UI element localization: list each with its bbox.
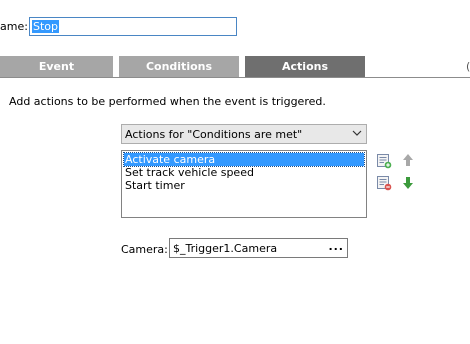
tab-actions[interactable]: Actions [245,56,365,77]
camera-browse-button[interactable]: ... [328,240,344,253]
event-name-value: Stop [32,20,60,33]
action-set-selected: Actions for "Conditions are met" [125,127,303,141]
actions-list[interactable]: Activate camera Set track vehicle speed … [121,150,367,218]
tab-conditions[interactable]: Conditions [119,56,239,77]
list-item[interactable]: Activate camera [123,152,365,167]
move-up-button[interactable] [400,152,416,168]
list-add-icon [377,154,392,169]
add-action-button[interactable] [376,153,392,169]
chevron-down-icon [352,130,362,136]
name-label: ame: [0,20,28,33]
action-set-dropdown[interactable]: Actions for "Conditions are met" [121,124,367,144]
arrow-down-icon [403,177,413,189]
camera-value: $_Trigger1.Camera [173,241,278,255]
move-down-button[interactable] [400,175,416,191]
tab-event[interactable]: Event [0,56,113,77]
camera-label: Camera: [121,243,168,256]
remove-action-button[interactable] [376,175,392,191]
list-item[interactable]: Set track vehicle speed [124,166,364,179]
list-remove-icon [377,176,392,191]
tab-divider [0,77,470,78]
clipped-text: ( [466,60,470,73]
event-name-input[interactable]: Stop [29,17,237,36]
list-item[interactable]: Start timer [124,179,364,192]
arrow-up-icon [403,154,413,166]
camera-field[interactable]: $_Trigger1.Camera ... [169,238,348,258]
actions-description: Add actions to be performed when the eve… [9,95,326,108]
